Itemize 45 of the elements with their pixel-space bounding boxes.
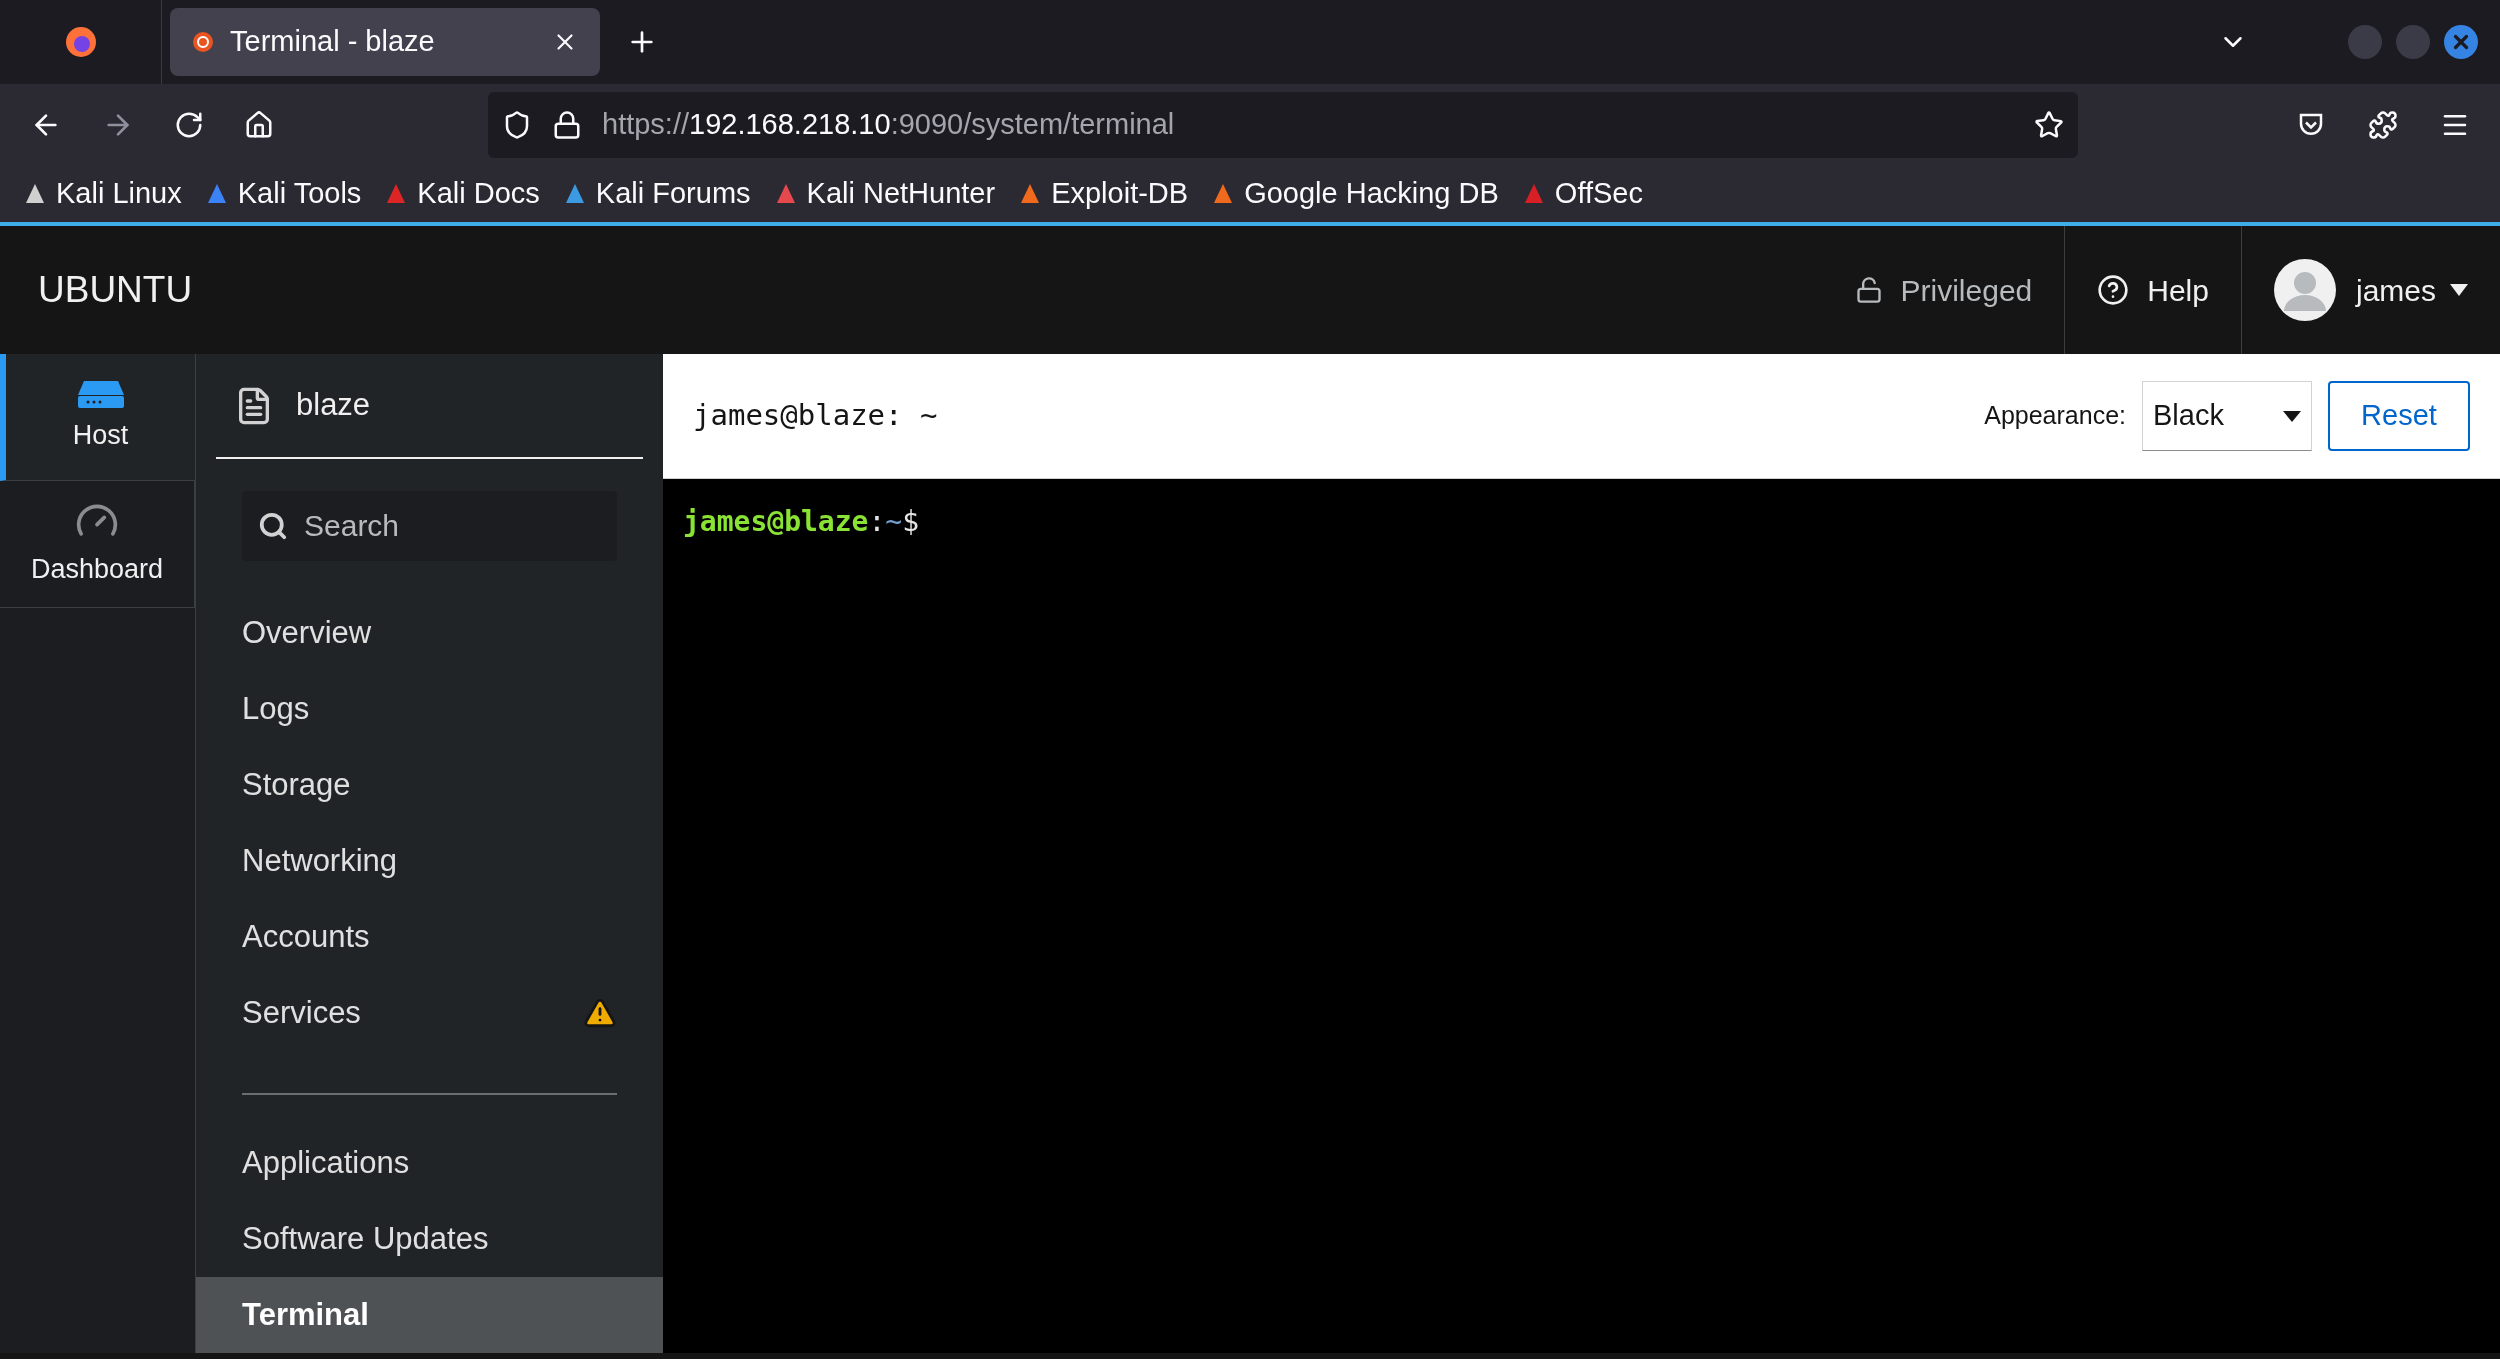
star-icon[interactable]: [2034, 110, 2064, 140]
terminal-prompt: james@blaze:~$: [683, 504, 919, 540]
bookmark[interactable]: OffSec: [1520, 172, 1643, 216]
puzzle-icon[interactable]: [2368, 110, 2398, 140]
search-icon: [258, 511, 288, 541]
rail-item[interactable]: Dashboard: [0, 481, 195, 608]
bookmark[interactable]: Kali NetHunter: [772, 172, 996, 216]
nav-item[interactable]: Storage: [196, 747, 663, 823]
nav-item[interactable]: Services: [196, 975, 663, 1051]
appearance-select[interactable]: Black: [2142, 381, 2312, 451]
bookmark[interactable]: Google Hacking DB: [1210, 172, 1499, 216]
nav-item[interactable]: Terminal: [196, 1277, 663, 1353]
tab-favicon-icon: [192, 31, 214, 53]
nav-item[interactable]: Accounts: [196, 899, 663, 975]
nav-item[interactable]: Overview: [196, 595, 663, 671]
reset-button[interactable]: Reset: [2328, 381, 2470, 451]
unlock-icon: [1854, 276, 1883, 304]
bookmark[interactable]: Kali Linux: [22, 172, 182, 216]
brand-title: UBUNTU: [38, 268, 193, 313]
home-icon[interactable]: [244, 110, 274, 140]
nav-item[interactable]: Logs: [196, 671, 663, 747]
url-field[interactable]: https://192.168.218.10:9090/system/terminal: [488, 92, 2078, 158]
host-name[interactable]: blaze: [296, 382, 371, 429]
avatar-icon: [2273, 259, 2336, 321]
user-menu-button[interactable]: james: [2241, 226, 2500, 354]
terminal-screen[interactable]: james@blaze:~$: [663, 479, 2500, 1353]
caret-icon: [2450, 284, 2468, 296]
nav-item[interactable]: Software Updates: [196, 1201, 663, 1277]
rail-item[interactable]: Host: [0, 354, 195, 481]
bookmark[interactable]: Kali Docs: [383, 172, 540, 216]
help-icon: [2097, 274, 2130, 306]
lock-icon[interactable]: [552, 110, 582, 140]
reload-icon[interactable]: [174, 110, 204, 140]
server-icon: [77, 378, 124, 409]
caret-icon: [2283, 410, 2301, 422]
bookmark[interactable]: Exploit-DB: [1017, 172, 1189, 216]
close-window-button[interactable]: [2444, 25, 2478, 59]
appearance-label: Appearance:: [1984, 400, 2126, 432]
nav-item[interactable]: Networking: [196, 823, 663, 899]
nav-item[interactable]: Applications: [196, 1125, 663, 1201]
search-field[interactable]: Search: [242, 491, 617, 561]
browser-tab[interactable]: Terminal - blaze: [170, 8, 600, 76]
bookmark[interactable]: Kali Tools: [203, 172, 362, 216]
terminal-title: james@blaze: ~: [693, 397, 938, 435]
bookmark[interactable]: Kali Forums: [561, 172, 751, 216]
